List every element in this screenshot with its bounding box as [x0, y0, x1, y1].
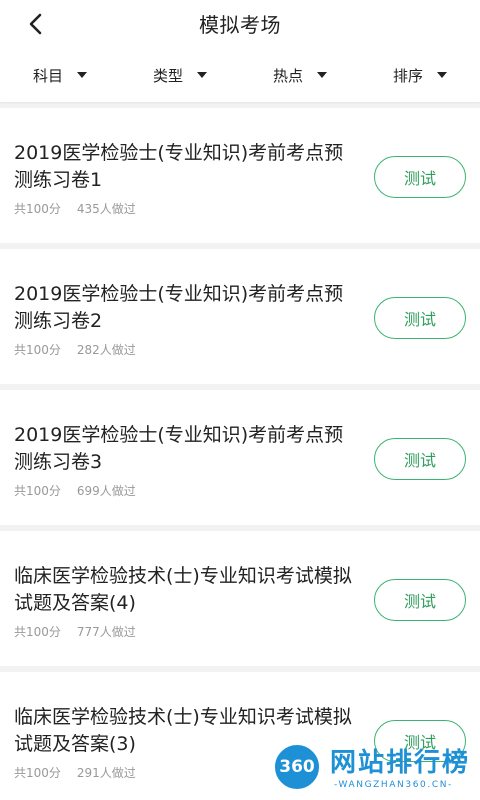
watermark-logo: 360 — [272, 742, 322, 792]
page-title: 模拟考场 — [199, 13, 281, 37]
exam-meta: 共100分 291人做过 — [14, 764, 136, 781]
exam-score: 共100分 — [14, 202, 61, 216]
watermark-en-text: -WANGZHAN360.CN- — [334, 780, 453, 790]
filter-label: 热点 — [272, 66, 303, 85]
exam-title: 2019医学检验士(专业知识)考前考点预测练习卷3 — [14, 424, 344, 473]
filter-label: 科目 — [32, 66, 63, 85]
filter-bar: 科目 类型 热点 排序 — [0, 48, 480, 102]
filter-hot[interactable]: 热点 — [240, 48, 360, 102]
exam-title: 2019医学检验士(专业知识)考前考点预测练习卷1 — [14, 142, 344, 191]
watermark-cn-text: 网站排行榜 — [330, 748, 471, 778]
caret-down-icon — [437, 72, 447, 78]
exam-card[interactable]: 2019医学检验士(专业知识)考前考点预测练习卷2 共100分 282人做过 测试 — [0, 249, 480, 384]
exam-card[interactable]: 临床医学检验技术(士)专业知识考试模拟试题及答案(4) 共100分 777人做过 … — [0, 531, 480, 666]
exam-list: 2019医学检验士(专业知识)考前考点预测练习卷1 共100分 435人做过 测试… — [0, 108, 480, 800]
filter-type[interactable]: 类型 — [120, 48, 240, 102]
filter-subject[interactable]: 科目 — [0, 48, 120, 102]
exam-takers: 699人做过 — [76, 484, 136, 498]
exam-title: 2019医学检验士(专业知识)考前考点预测练习卷2 — [14, 283, 344, 332]
exam-score: 共100分 — [14, 766, 61, 780]
exam-meta: 共100分 282人做过 — [14, 341, 136, 358]
top-bar: 模拟考场 — [0, 0, 480, 48]
test-button[interactable]: 测试 — [374, 438, 466, 480]
exam-takers: 282人做过 — [76, 343, 136, 357]
exam-card[interactable]: 2019医学检验士(专业知识)考前考点预测练习卷1 共100分 435人做过 测试 — [0, 108, 480, 243]
exam-score: 共100分 — [14, 343, 61, 357]
exam-takers: 435人做过 — [76, 202, 136, 216]
exam-meta: 共100分 699人做过 — [14, 482, 136, 499]
exam-title: 临床医学检验技术(士)专业知识考试模拟试题及答案(4) — [14, 565, 352, 614]
exam-takers: 291人做过 — [76, 766, 136, 780]
test-button[interactable]: 测试 — [374, 579, 466, 621]
filter-label: 排序 — [392, 66, 423, 85]
caret-down-icon — [197, 72, 207, 78]
caret-down-icon — [317, 72, 327, 78]
exam-meta: 共100分 777人做过 — [14, 623, 136, 640]
filter-label: 类型 — [152, 66, 183, 85]
test-button[interactable]: 测试 — [374, 297, 466, 339]
exam-card[interactable]: 2019医学检验士(专业知识)考前考点预测练习卷3 共100分 699人做过 测试 — [0, 390, 480, 525]
exam-takers: 777人做过 — [76, 625, 136, 639]
exam-score: 共100分 — [14, 484, 61, 498]
caret-down-icon — [77, 72, 87, 78]
exam-meta: 共100分 435人做过 — [14, 200, 136, 217]
filter-sort[interactable]: 排序 — [360, 48, 480, 102]
test-button[interactable]: 测试 — [374, 156, 466, 198]
exam-score: 共100分 — [14, 625, 61, 639]
watermark: 360 网站排行榜 -WANGZHAN360.CN- — [268, 738, 480, 800]
